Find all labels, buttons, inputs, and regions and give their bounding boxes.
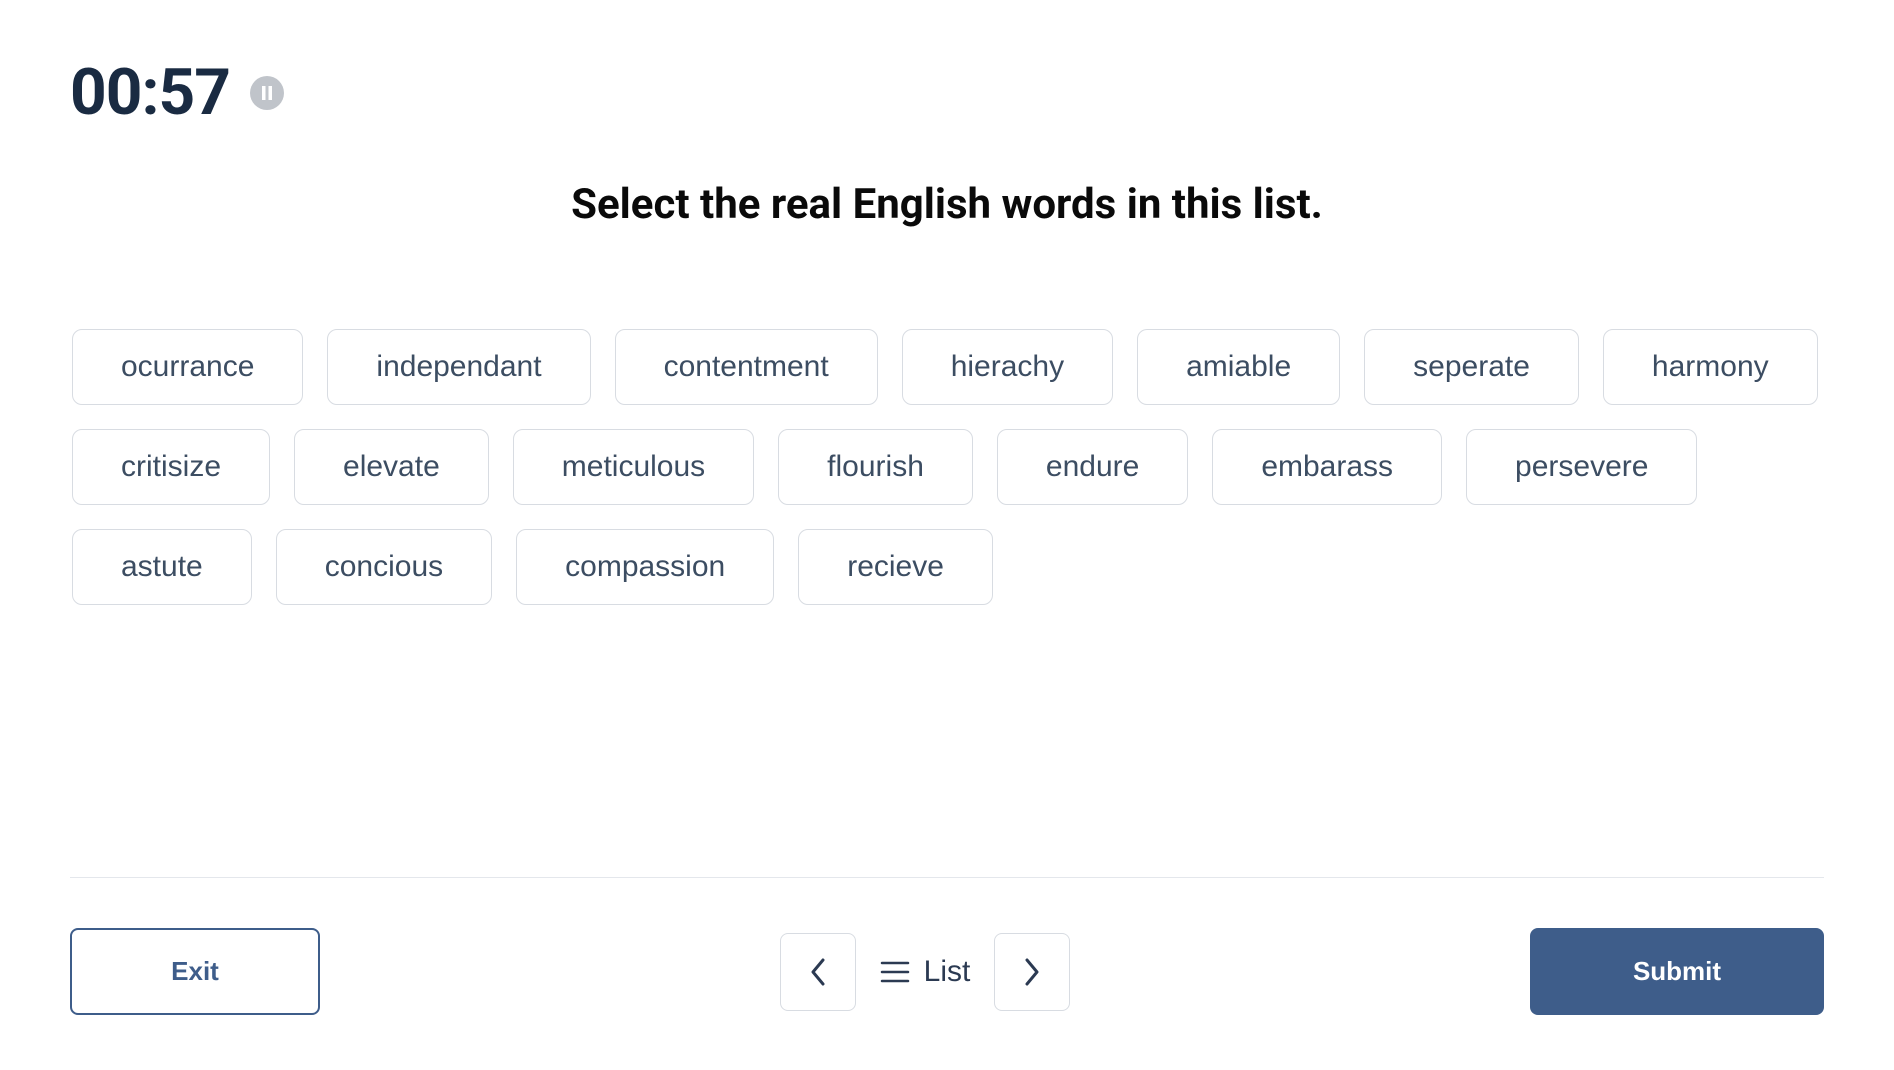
footer-controls: Exit List xyxy=(70,928,1824,1015)
word-chip[interactable]: endure xyxy=(997,429,1188,505)
word-chip[interactable]: astute xyxy=(72,529,252,605)
word-chip[interactable]: concious xyxy=(276,529,492,605)
timer-row: 00:57 xyxy=(70,55,1824,130)
list-icon xyxy=(880,960,910,984)
word-chip[interactable]: recieve xyxy=(798,529,993,605)
list-button[interactable]: List xyxy=(880,955,971,989)
word-chip[interactable]: amiable xyxy=(1137,329,1340,405)
word-chip[interactable]: compassion xyxy=(516,529,774,605)
next-button[interactable] xyxy=(994,933,1070,1011)
word-chip[interactable]: flourish xyxy=(778,429,973,505)
chevron-right-icon xyxy=(1023,958,1041,986)
question-prompt: Select the real English words in this li… xyxy=(70,180,1824,229)
word-chip[interactable]: independant xyxy=(327,329,590,405)
word-chip[interactable]: persevere xyxy=(1466,429,1697,505)
pause-button[interactable] xyxy=(250,76,284,110)
list-button-label: List xyxy=(924,955,971,989)
prev-button[interactable] xyxy=(780,933,856,1011)
pause-icon xyxy=(261,86,273,100)
footer: Exit List xyxy=(70,877,1824,1016)
word-chip[interactable]: meticulous xyxy=(513,429,754,505)
nav-group: List xyxy=(780,933,1071,1011)
word-chip[interactable]: elevate xyxy=(294,429,489,505)
word-chip[interactable]: ocurrance xyxy=(72,329,303,405)
exit-button[interactable]: Exit xyxy=(70,928,320,1015)
word-chip[interactable]: contentment xyxy=(615,329,878,405)
word-chip[interactable]: harmony xyxy=(1603,329,1818,405)
word-chip[interactable]: seperate xyxy=(1364,329,1579,405)
word-chip[interactable]: critisize xyxy=(72,429,270,505)
word-chip[interactable]: embarass xyxy=(1212,429,1442,505)
word-grid: ocurrance independant contentment hierac… xyxy=(70,329,1824,605)
footer-divider xyxy=(70,877,1824,879)
chevron-left-icon xyxy=(809,958,827,986)
timer-display: 00:57 xyxy=(70,55,230,130)
word-chip[interactable]: hierachy xyxy=(902,329,1113,405)
submit-button[interactable]: Submit xyxy=(1530,928,1824,1015)
